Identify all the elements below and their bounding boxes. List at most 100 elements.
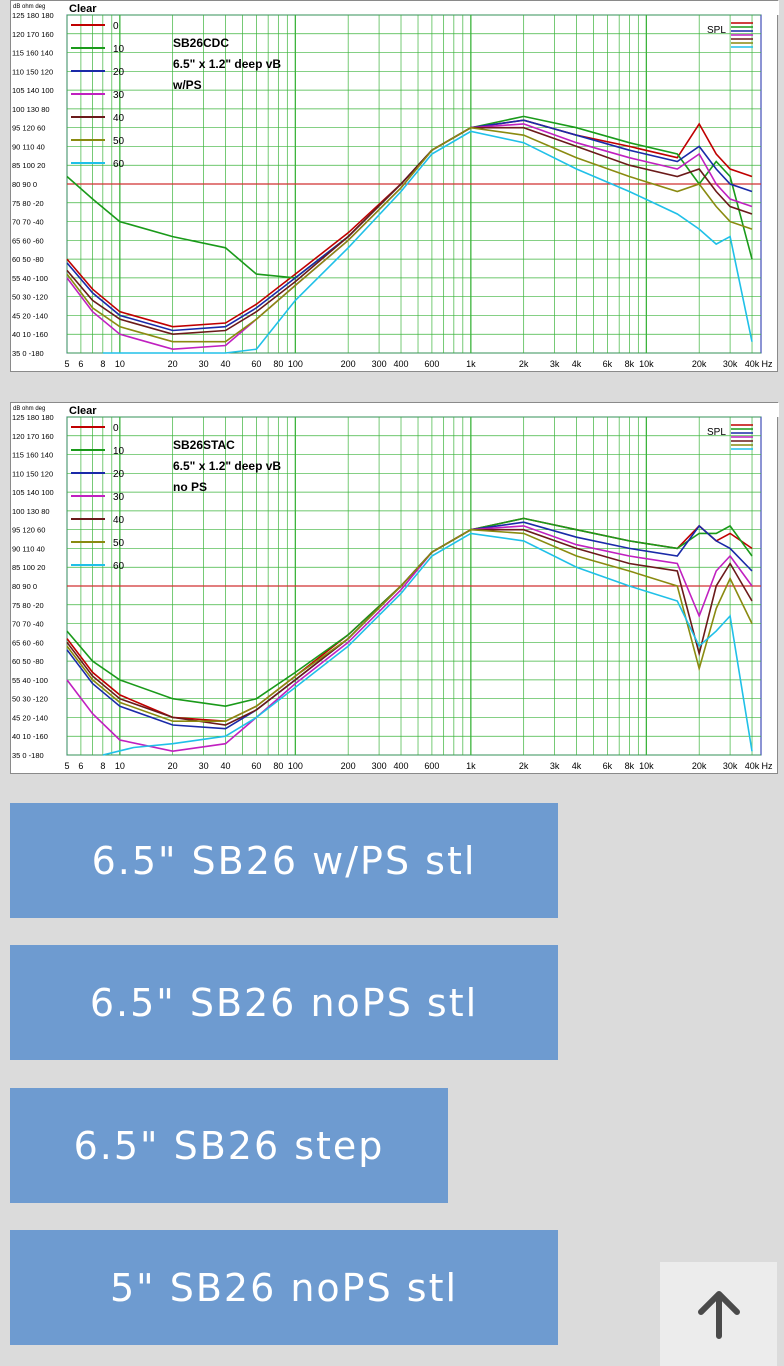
link-button-sb26-step[interactable]: 6.5" SB26 step [10,1088,448,1203]
x-tick-label: 8k [625,761,635,771]
y-tick-label: 120 170 160 [12,432,54,441]
legend-label: 50 [113,538,125,549]
y-tick-label: 120 170 160 [12,30,54,39]
x-tick-label: 200 [341,359,356,369]
x-tick-label: 300 [372,761,387,771]
x-tick-label: 20k [692,359,707,369]
y-tick-label: 115 160 140 [12,451,53,460]
x-tick-label: 2k [519,359,529,369]
clear-button-label: Clear [69,3,97,15]
x-tick-label: 20k [692,761,707,771]
x-tick-label: 10k [639,761,654,771]
x-tick-label: 4k [572,359,582,369]
y-tick-label: 75 80 -20 [12,199,44,208]
y-tick-label: 90 110 40 [12,142,45,151]
y-tick-label: 105 140 100 [12,488,54,497]
x-tick-label: 8k [625,359,635,369]
legend-label: 50 [113,136,125,147]
scroll-to-top-button[interactable] [660,1262,777,1366]
x-tick-label: 2k [519,761,529,771]
chart-canvas: dB ohm deg Clear 125 180 180 120 170 160 115… [11,403,779,771]
y-tick-label: 125 180 180 [12,413,54,422]
x-tick-label: 30 [199,761,209,771]
y-tick-label: 95 120 60 [12,124,45,133]
legend-label: 40 [113,515,125,526]
x-tick-label: 40 [220,359,230,369]
x-tick-label: 60 [251,359,261,369]
axis-header-label: dB ohm deg [13,406,45,412]
y-tick-label: 40 10 -160 [12,330,48,339]
arrow-up-icon [697,1291,740,1339]
x-tick-label: 5 [64,761,69,771]
x-tick-label: 30k [723,359,738,369]
x-tick-label: 6 [78,359,83,369]
legend-label: 20 [113,67,125,78]
x-tick-label: 100 [288,761,303,771]
chart-title-line: w/PS [172,78,202,92]
y-tick-label: 50 30 -120 [12,293,48,302]
y-tick-label: 90 110 40 [12,544,45,553]
x-tick-label: 20 [168,359,178,369]
x-tick-label: 1k [466,761,476,771]
chart-canvas: dB ohm deg Clear 125 180 180 120 170 160 115… [11,1,779,369]
chart-header [11,403,779,417]
x-tick-label: 10k [639,359,654,369]
button-label: 5" SB26 noPS stl [109,1265,459,1310]
y-tick-label: 65 60 -60 [12,236,44,245]
chart-title-line: SB26STAC [173,438,235,452]
y-tick-label: 80 90 0 [12,582,37,591]
y-tick-label: 95 120 60 [12,526,45,535]
y-tick-label: 115 160 140 [12,49,53,58]
frequency-response-chart-stac: dB ohm deg Clear 125 180 180 120 170 160 115… [10,402,779,774]
x-tick-label: 8 [100,359,105,369]
y-tick-label: 50 30 -120 [12,695,48,704]
y-tick-label: 110 150 120 [12,469,53,478]
x-tick-label: 4k [572,761,582,771]
x-tick-label: 400 [393,359,408,369]
y-tick-label: 35 0 -180 [12,349,44,358]
x-tick-label: 60 [251,761,261,771]
x-tick-label: 10 [115,761,125,771]
link-button-sb26-wps-stl[interactable]: 6.5" SB26 w/PS stl [10,803,558,918]
y-tick-label: 85 100 20 [12,563,45,572]
y-tick-label: 45 20 -140 [12,311,48,320]
y-tick-label: 35 0 -180 [12,751,44,760]
y-tick-label: 100 130 80 [12,105,50,114]
x-tick-label: 10 [115,359,125,369]
legend-label: 30 [113,492,125,503]
chart-title-line: SB26CDC [173,36,229,50]
link-button-5in-sb26-nops-stl[interactable]: 5" SB26 noPS stl [10,1230,558,1345]
y-tick-label: 75 80 -20 [12,601,44,610]
x-tick-label: 30k [723,761,738,771]
x-tick-label: 40k [745,359,760,369]
y-tick-label: 55 40 -100 [12,274,48,283]
axis-header-label: dB ohm deg [13,4,45,10]
x-tick-label: 200 [341,761,356,771]
legend-label: 60 [113,159,125,170]
button-label: 6.5" SB26 noPS stl [89,980,479,1025]
x-tick-label: Hz [762,761,773,771]
x-tick-label: 1k [466,359,476,369]
x-tick-label: 30 [199,359,209,369]
spl-legend-label: SPL [707,25,726,36]
y-tick-label: 70 70 -40 [12,218,44,227]
x-tick-label: 600 [424,761,439,771]
frequency-response-chart-cdc: dB ohm deg Clear 125 180 180 120 170 160 115… [10,0,779,372]
legend-label: 30 [113,90,125,101]
y-tick-label: 40 10 -160 [12,732,48,741]
x-tick-label: 6k [603,761,613,771]
x-tick-label: 6 [78,761,83,771]
x-tick-label: 3k [550,761,560,771]
x-tick-label: 3k [550,359,560,369]
legend-label: 20 [113,469,125,480]
x-tick-label: Hz [762,359,773,369]
spl-legend-label: SPL [707,427,726,438]
chart-title-line: no PS [173,480,207,494]
x-tick-label: 5 [64,359,69,369]
y-tick-label: 85 100 20 [12,161,45,170]
x-tick-label: 80 [273,761,283,771]
legend-label: 0 [113,423,119,434]
y-tick-label: 70 70 -40 [12,620,44,629]
button-label: 6.5" SB26 w/PS stl [91,838,477,883]
link-button-sb26-nops-stl[interactable]: 6.5" SB26 noPS stl [10,945,558,1060]
